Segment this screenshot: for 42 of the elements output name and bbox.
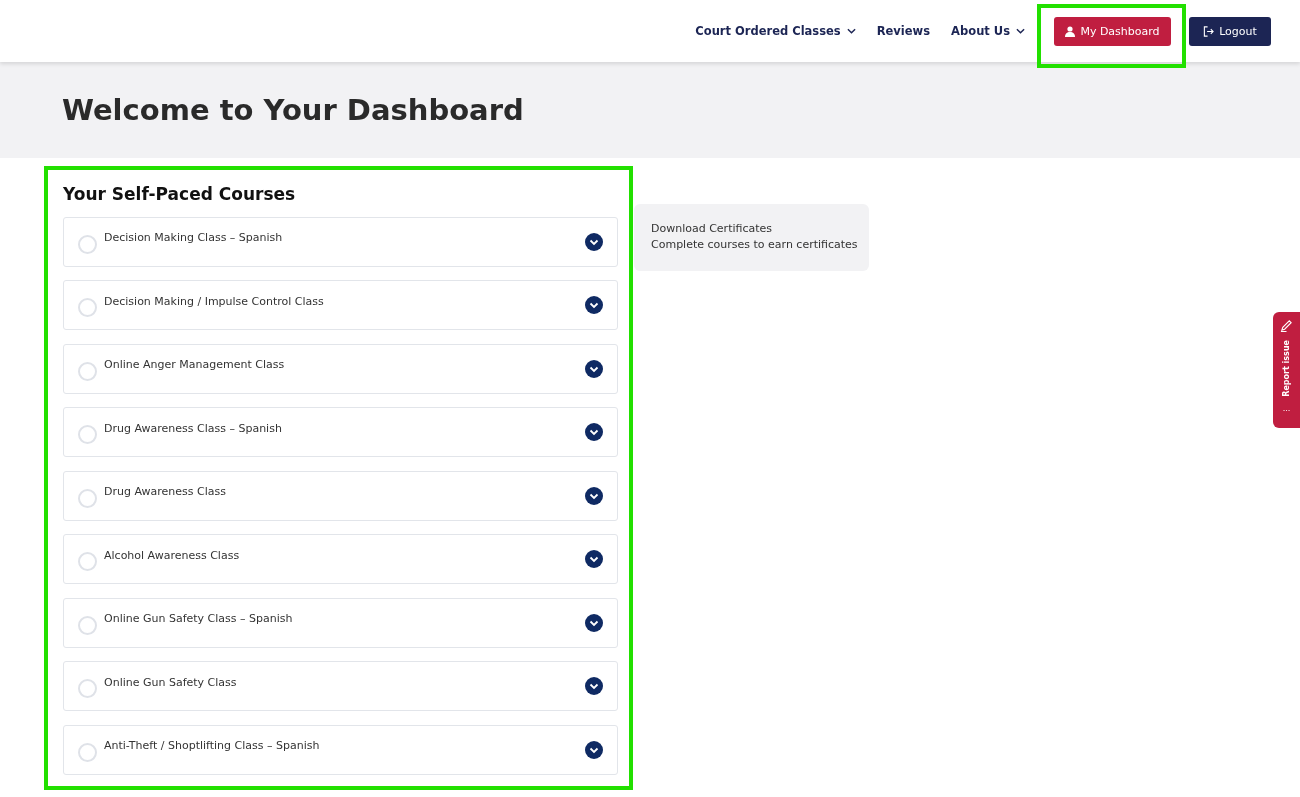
course-item[interactable]: Decision Making / Impulse Control Class: [63, 280, 618, 330]
logout-icon: [1203, 25, 1215, 37]
course-name: Online Anger Management Class: [104, 358, 286, 371]
course-name: Decision Making / Impulse Control Class: [104, 294, 325, 308]
chevron-icon[interactable]: [585, 232, 603, 251]
dashboard-button[interactable]: My Dashboard: [1054, 16, 1171, 46]
chevron-icon[interactable]: [585, 677, 603, 695]
report-issue-label: Report issue: [1282, 340, 1291, 397]
nav-link[interactable]: About Us: [951, 24, 1025, 38]
course-item[interactable]: Anti-Theft / Shoptlifting Class – Spanish: [63, 724, 618, 775]
more-label: ...: [1282, 404, 1291, 413]
course-name: Online Gun Safety Class – Spanish: [104, 612, 294, 625]
chevron-icon[interactable]: [585, 486, 603, 505]
logout-button[interactable]: Logout: [1189, 16, 1271, 46]
course-item[interactable]: Drug Awareness Class: [63, 470, 618, 521]
course-item[interactable]: Alcohol Awareness Class: [63, 534, 618, 584]
certificates-note: Complete courses to earn certificates: [651, 237, 859, 253]
course-name: Online Gun Safety Class: [104, 675, 238, 689]
chevron-icon[interactable]: [585, 613, 603, 632]
course-item[interactable]: Online Gun Safety Class: [63, 661, 618, 711]
course-name: Anti-Theft / Shoptlifting Class – Spanish: [104, 739, 321, 752]
chevron-icon[interactable]: [585, 550, 603, 568]
report-issue-tab[interactable]: Report issue ...: [1273, 312, 1300, 428]
page-title: Welcome to Your Dashboard: [62, 93, 524, 127]
chevron-icon[interactable]: [585, 423, 603, 441]
course-name: Drug Awareness Class: [104, 485, 227, 498]
course-item[interactable]: Drug Awareness Class – Spanish: [63, 407, 618, 457]
certificates-title: Download Certificates: [651, 221, 774, 237]
nav-link[interactable]: Reviews: [876, 24, 931, 38]
chevron-icon[interactable]: [585, 359, 603, 378]
user-icon: [1065, 25, 1076, 37]
course-name: Decision Making Class – Spanish: [104, 231, 284, 244]
course-item[interactable]: Decision Making Class – Spanish: [63, 216, 618, 267]
chevron-icon[interactable]: [585, 740, 603, 759]
course-name: Alcohol Awareness Class: [104, 548, 241, 562]
course-item[interactable]: Online Gun Safety Class – Spanish: [63, 597, 618, 648]
section-title: Your Self-Paced Courses: [63, 184, 297, 204]
course-item[interactable]: Online Anger Management Class: [63, 343, 618, 394]
chevron-icon[interactable]: [585, 296, 603, 314]
nav-link[interactable]: Court Ordered Classes: [695, 24, 856, 38]
pencil-icon: [1280, 319, 1293, 332]
course-name: Drug Awareness Class – Spanish: [104, 421, 283, 435]
